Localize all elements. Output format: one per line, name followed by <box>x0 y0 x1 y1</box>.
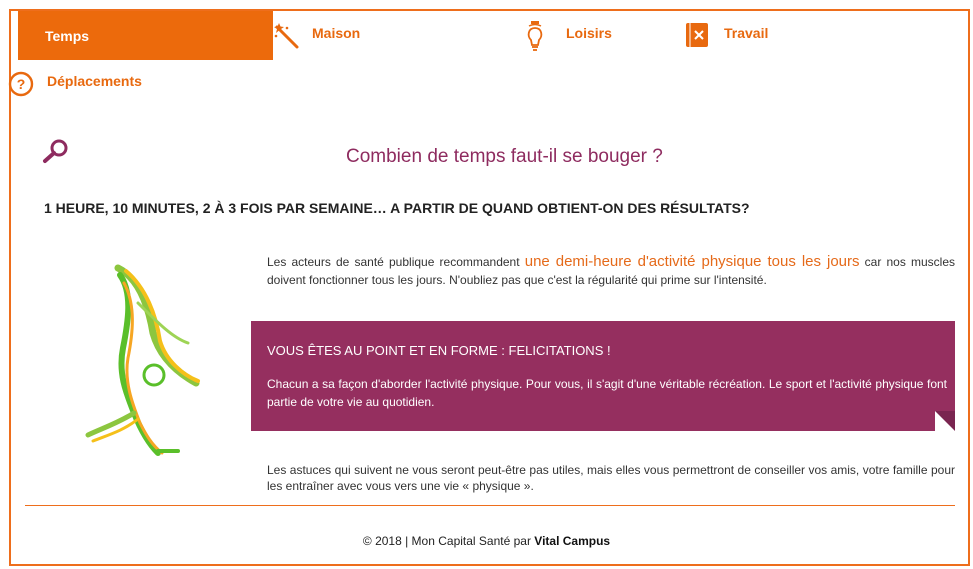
magic-wand-icon <box>273 22 301 55</box>
lightbulb-icon <box>525 20 545 57</box>
divider <box>25 505 955 506</box>
page-title: Combien de temps faut-il se bouger ? <box>346 146 663 167</box>
svg-text:?: ? <box>17 76 26 92</box>
tips-paragraph: Les astuces qui suivent ne vous seront p… <box>267 463 955 493</box>
notebook-icon <box>684 21 710 54</box>
result-heading: VOUS ÊTES AU POINT ET EN FORME : FELICIT… <box>267 343 611 358</box>
tab-temps[interactable]: Temps <box>18 11 273 60</box>
footer: © 2018 | Mon Capital Santé par Vital Cam… <box>0 534 973 548</box>
tab-travail[interactable]: Travail <box>724 25 768 41</box>
tab-loisirs[interactable]: Loisirs <box>566 25 612 41</box>
footer-text: © 2018 | Mon Capital Santé par <box>362 534 535 548</box>
magnifier-icon <box>42 138 70 169</box>
question-circle-icon: ? <box>8 71 34 102</box>
result-text: Chacun a sa façon d'aborder l'activité p… <box>267 377 947 409</box>
tab-maison[interactable]: Maison <box>312 25 360 41</box>
page-fold-corner <box>935 411 955 431</box>
tab-temps-label: Temps <box>45 28 90 44</box>
result-box: VOUS ÊTES AU POINT ET EN FORME : FELICIT… <box>251 321 955 431</box>
recommendation-highlight: une demi-heure d'activité physique tous … <box>524 253 860 270</box>
gymnast-illustration <box>78 263 218 463</box>
tab-deplacements[interactable]: Déplacements <box>47 73 142 89</box>
recommendation-text: Les acteurs de santé publique recommande… <box>267 255 525 269</box>
recommendation-paragraph: Les acteurs de santé publique recommande… <box>267 253 955 289</box>
section-subtitle: 1 HEURE, 10 MINUTES, 2 À 3 FOIS PAR SEMA… <box>44 200 750 216</box>
footer-brand-link[interactable]: Vital Campus <box>534 534 610 548</box>
